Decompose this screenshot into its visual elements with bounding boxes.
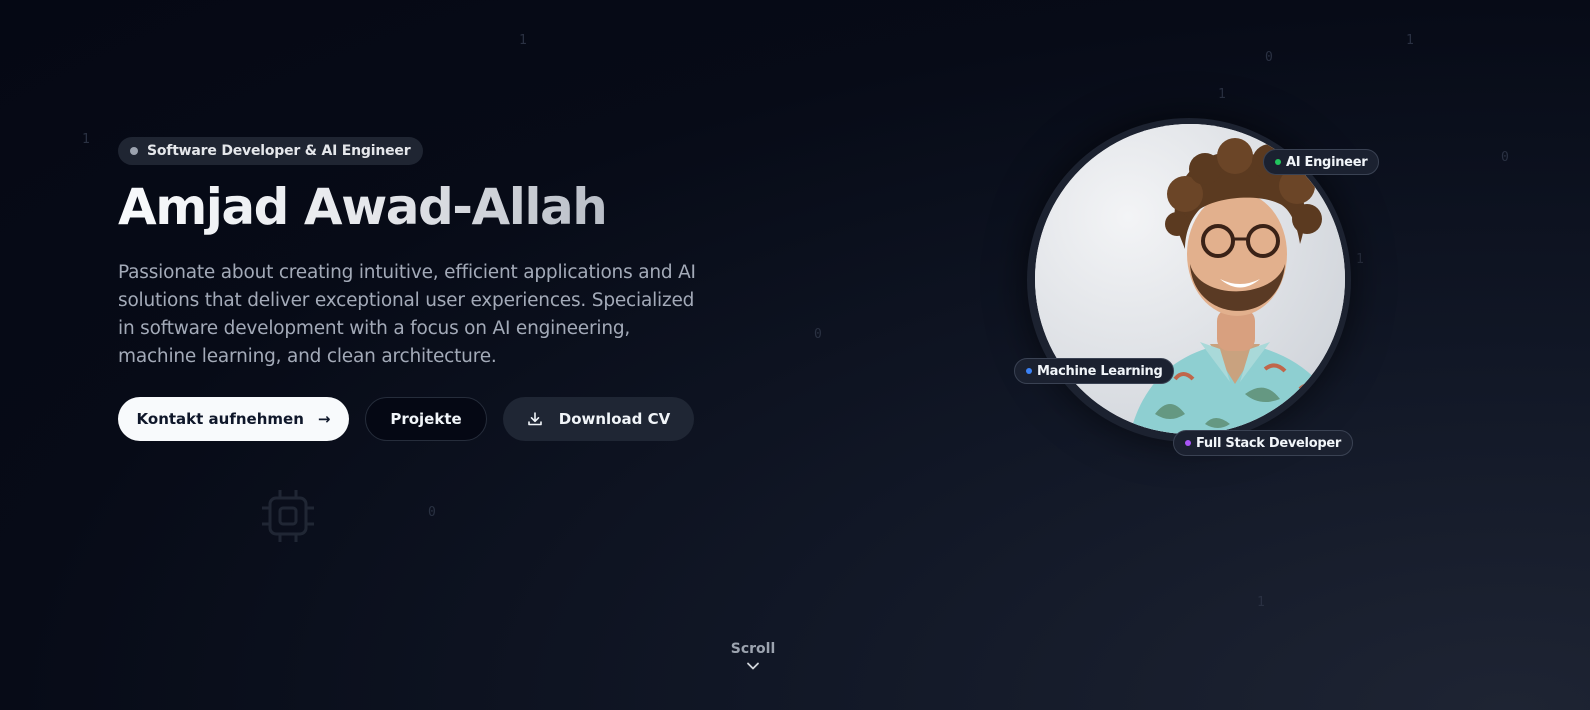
bg-binary-digit: 1 bbox=[1356, 252, 1364, 267]
chip-icon bbox=[262, 490, 314, 542]
hero-description: Passionate about creating intuitive, eff… bbox=[118, 262, 696, 367]
blue-dot-icon bbox=[1026, 368, 1032, 374]
tag-machine-learning-label: Machine Learning bbox=[1037, 363, 1163, 379]
bg-binary-digit: 0 bbox=[814, 327, 822, 342]
bg-binary-digit: 1 bbox=[1218, 87, 1226, 102]
tag-full-stack-label: Full Stack Developer bbox=[1196, 435, 1341, 451]
role-badge-label: Software Developer & AI Engineer bbox=[147, 143, 411, 159]
hero-intro: Software Developer & AI Engineer Amjad A… bbox=[118, 137, 758, 371]
contact-button[interactable]: Kontakt aufnehmen → bbox=[118, 397, 349, 441]
download-cv-button[interactable]: Download CV bbox=[503, 397, 694, 441]
bg-binary-digit: 0 bbox=[428, 505, 436, 520]
bg-binary-digit: 0 bbox=[1501, 150, 1509, 165]
download-cv-label: Download CV bbox=[558, 410, 671, 428]
bg-binary-digit: 1 bbox=[1257, 595, 1265, 610]
contact-button-label: Kontakt aufnehmen bbox=[136, 410, 304, 428]
purple-dot-icon bbox=[1185, 440, 1191, 446]
green-dot-icon bbox=[1275, 159, 1281, 165]
chevron-down-icon bbox=[747, 662, 759, 670]
bg-binary-digit: 1 bbox=[82, 132, 90, 147]
projects-button[interactable]: Projekte bbox=[365, 397, 487, 441]
hero-actions: Kontakt aufnehmen → Projekte Download CV bbox=[118, 397, 694, 441]
tag-ai-engineer-label: AI Engineer bbox=[1286, 154, 1368, 170]
role-badge: Software Developer & AI Engineer bbox=[118, 137, 424, 165]
badge-dot-icon bbox=[130, 147, 138, 155]
tag-ai-engineer: AI Engineer bbox=[1263, 149, 1380, 175]
hero-name: Amjad Awad-Allah bbox=[118, 175, 758, 239]
scroll-label: Scroll bbox=[730, 641, 776, 657]
tag-full-stack: Full Stack Developer bbox=[1173, 430, 1353, 456]
download-icon bbox=[527, 412, 542, 426]
bg-binary-digit: 1 bbox=[519, 33, 527, 48]
projects-button-label: Projekte bbox=[390, 410, 462, 428]
scroll-indicator[interactable]: Scroll bbox=[720, 641, 786, 671]
bg-binary-digit: 0 bbox=[1265, 50, 1273, 65]
tag-machine-learning: Machine Learning bbox=[1014, 358, 1175, 384]
arrow-right-icon: → bbox=[317, 410, 331, 428]
bg-binary-digit: 1 bbox=[1406, 33, 1414, 48]
